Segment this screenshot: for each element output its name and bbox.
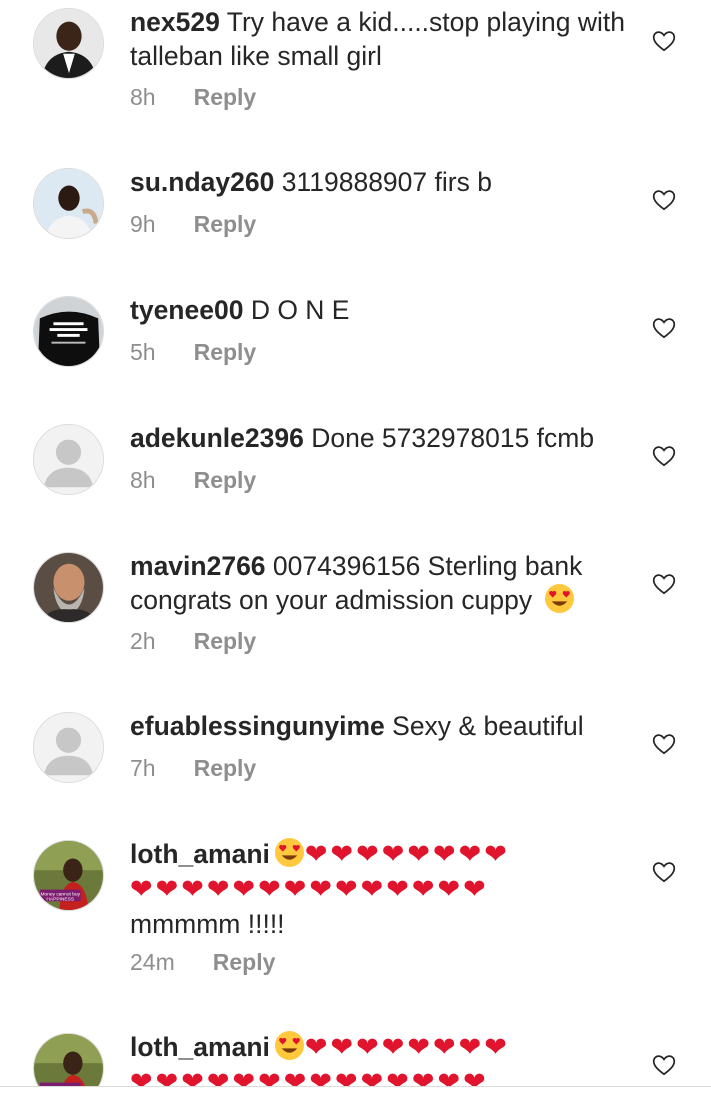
comment-meta: 2h Reply bbox=[130, 626, 256, 656]
comment-meta: 5h Reply bbox=[130, 337, 256, 367]
heart-emoji-row: ❤❤❤❤❤❤❤❤ bbox=[304, 1032, 510, 1063]
heart-icon[interactable] bbox=[651, 28, 677, 54]
divider bbox=[0, 1086, 711, 1087]
comment-time: 8h bbox=[130, 84, 156, 110]
comment-body: nex529 Try have a kid.....stop playing w… bbox=[130, 5, 630, 73]
comment-username[interactable]: loth_amani bbox=[130, 1032, 270, 1062]
comment-item: tyenee00 D O N E 5h Reply bbox=[0, 288, 711, 378]
comment-text: Done 5732978015 fcmb bbox=[311, 423, 595, 453]
comment-item: Money cannot buy HAPPINESS loth_amani ❤❤❤❤… bbox=[0, 832, 711, 992]
comment-item: su.nday260 3119888907 firs b 9h Reply bbox=[0, 160, 711, 250]
comment-username[interactable]: loth_amani bbox=[130, 839, 270, 869]
heart-icon[interactable] bbox=[651, 443, 677, 469]
comment-meta: 24m Reply bbox=[130, 947, 275, 977]
comment-username[interactable]: tyenee00 bbox=[130, 295, 243, 325]
heart-eyes-emoji bbox=[544, 583, 575, 614]
comment-username[interactable]: adekunle2396 bbox=[130, 423, 304, 453]
comment-body: loth_amani ❤❤❤❤❤❤❤❤ ❤❤❤❤❤❤❤❤❤❤❤❤❤❤ bbox=[130, 1030, 630, 1087]
comment-body: su.nday260 3119888907 firs b bbox=[130, 165, 630, 199]
comment-item: adekunle2396 Done 5732978015 fcmb 8h Repl… bbox=[0, 416, 711, 506]
comment-item: mavin2766 0074396156 Sterling bank congr… bbox=[0, 544, 711, 674]
reply-button[interactable]: Reply bbox=[213, 947, 276, 977]
comment-body: adekunle2396 Done 5732978015 fcmb bbox=[130, 421, 630, 455]
comment-text: mmmmm !!!!! bbox=[130, 909, 285, 939]
comment-item: efuablessingunyime Sexy & beautiful 7h Re… bbox=[0, 704, 711, 794]
avatar-caption-line2: HAPPINESS bbox=[46, 896, 74, 902]
heart-icon[interactable] bbox=[651, 571, 677, 597]
comment-item: nex529 Try have a kid.....stop playing w… bbox=[0, 0, 711, 130]
comment-time: 9h bbox=[130, 211, 156, 237]
comment-meta: 8h Reply bbox=[130, 465, 256, 495]
reply-button[interactable]: Reply bbox=[194, 337, 257, 367]
avatar[interactable] bbox=[33, 296, 104, 367]
comment-body: loth_amani ❤❤❤❤❤❤❤❤ ❤❤❤❤❤❤❤❤❤❤❤❤❤❤ mmmmm … bbox=[130, 837, 630, 941]
avatar[interactable] bbox=[33, 1033, 104, 1087]
reply-button[interactable]: Reply bbox=[194, 465, 257, 495]
comment-username[interactable]: nex529 bbox=[130, 7, 220, 37]
heart-icon[interactable] bbox=[651, 187, 677, 213]
heart-emoji-row: ❤❤❤❤❤❤❤❤ bbox=[304, 839, 510, 870]
avatar[interactable] bbox=[33, 8, 104, 79]
avatar[interactable] bbox=[33, 552, 104, 623]
reply-button[interactable]: Reply bbox=[194, 82, 257, 112]
comment-time: 5h bbox=[130, 339, 156, 365]
default-avatar[interactable] bbox=[33, 424, 104, 495]
comment-body: mavin2766 0074396156 Sterling bank congr… bbox=[130, 549, 630, 617]
heart-eyes-emoji bbox=[274, 1030, 305, 1061]
avatar[interactable] bbox=[33, 168, 104, 239]
comment-time: 24m bbox=[130, 949, 175, 975]
comment-body: tyenee00 D O N E bbox=[130, 293, 630, 327]
heart-icon[interactable] bbox=[651, 1052, 677, 1078]
reply-button[interactable]: Reply bbox=[194, 209, 257, 239]
heart-icon[interactable] bbox=[651, 731, 677, 757]
comment-item: loth_amani ❤❤❤❤❤❤❤❤ ❤❤❤❤❤❤❤❤❤❤❤❤❤❤ bbox=[0, 1025, 711, 1087]
reply-button[interactable]: Reply bbox=[194, 626, 257, 656]
heart-eyes-emoji bbox=[274, 837, 305, 868]
heart-emoji-row: ❤❤❤❤❤❤❤❤❤❤❤❤❤❤ bbox=[130, 1067, 489, 1087]
comment-time: 8h bbox=[130, 467, 156, 493]
comment-username[interactable]: efuablessingunyime bbox=[130, 711, 385, 741]
comment-text: D O N E bbox=[250, 295, 350, 325]
comment-body: efuablessingunyime Sexy & beautiful bbox=[130, 709, 630, 743]
comment-username[interactable]: su.nday260 bbox=[130, 167, 274, 197]
default-avatar[interactable] bbox=[33, 712, 104, 783]
comment-username[interactable]: mavin2766 bbox=[130, 551, 266, 581]
comment-text: 3119888907 firs b bbox=[281, 167, 492, 197]
heart-icon[interactable] bbox=[651, 859, 677, 885]
reply-button[interactable]: Reply bbox=[194, 753, 257, 783]
comment-meta: 8h Reply bbox=[130, 82, 256, 112]
comment-text: Sexy & beautiful bbox=[392, 711, 584, 741]
comment-time: 7h bbox=[130, 755, 156, 781]
comment-meta: 7h Reply bbox=[130, 753, 256, 783]
avatar[interactable]: Money cannot buy HAPPINESS bbox=[33, 840, 104, 911]
comment-time: 2h bbox=[130, 628, 156, 654]
heart-icon[interactable] bbox=[651, 315, 677, 341]
comment-meta: 9h Reply bbox=[130, 209, 256, 239]
heart-emoji-row: ❤❤❤❤❤❤❤❤❤❤❤❤❤❤ bbox=[130, 874, 489, 905]
